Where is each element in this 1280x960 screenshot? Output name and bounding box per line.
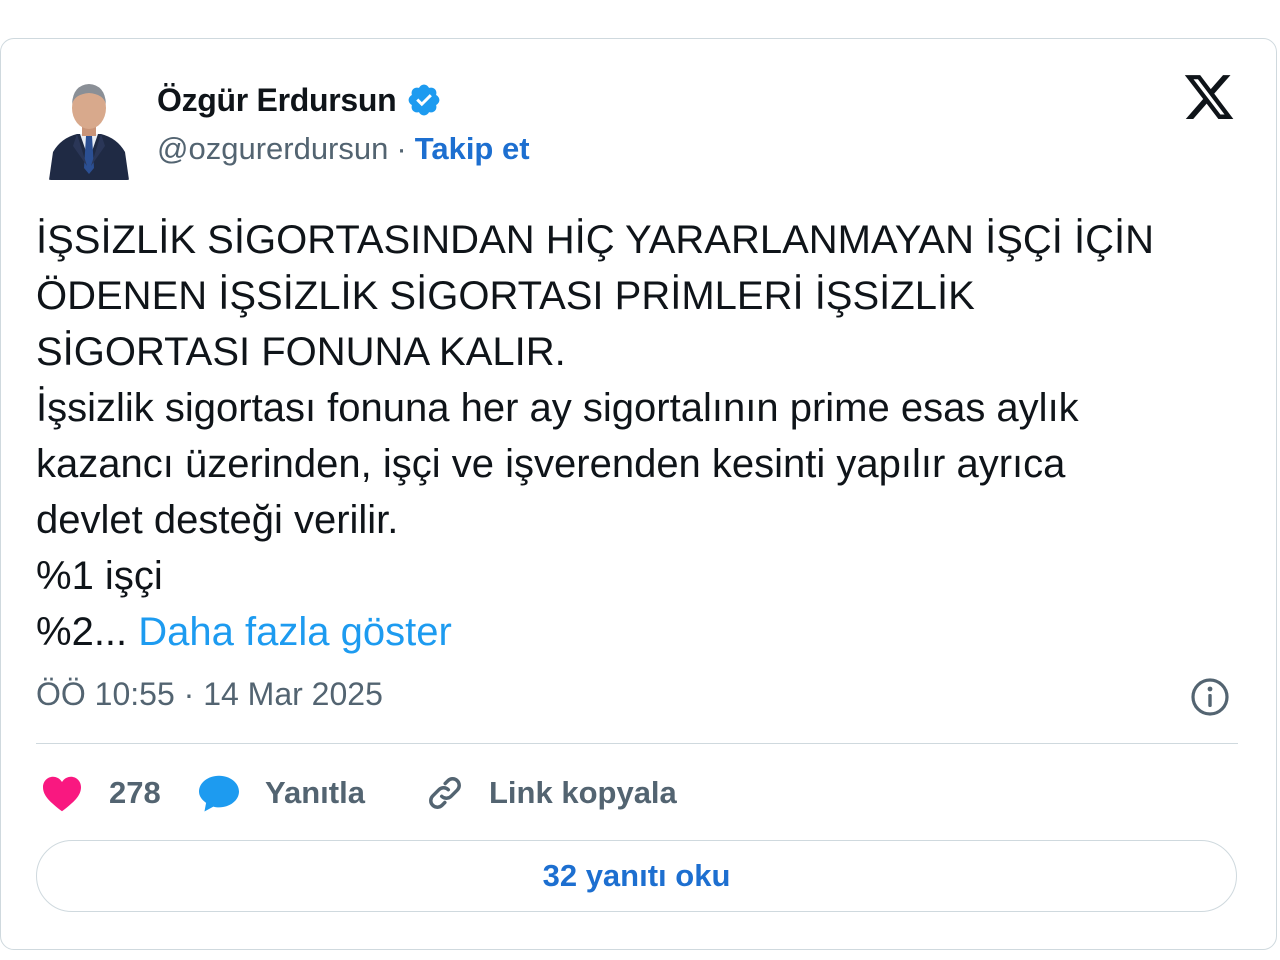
profile-photo	[47, 70, 131, 180]
separator-dot: ·	[396, 131, 407, 166]
copy-link-label: Link kopyala	[489, 775, 677, 810]
divider	[36, 743, 1238, 744]
author-name[interactable]: Özgür Erdursun	[157, 82, 397, 119]
copy-link-button[interactable]: Link kopyala	[423, 771, 677, 815]
reply-label: Yanıtla	[265, 775, 365, 810]
reply-button[interactable]: Yanıtla	[197, 773, 423, 813]
tweet-body: İŞSİZLİK SİGORTASINDAN HİÇ YARARLANMAYAN…	[36, 218, 1155, 654]
action-bar: 278 Yanıtla Link kopyala	[36, 768, 677, 818]
link-icon	[423, 771, 467, 815]
info-icon[interactable]	[1188, 675, 1232, 719]
show-more-link[interactable]: Daha fazla göster	[138, 610, 452, 654]
reply-bubble-icon	[197, 773, 241, 813]
author-handle-row: @ozgurerdursun · Takip et	[157, 131, 530, 167]
heart-icon	[41, 774, 83, 812]
author-handle[interactable]: @ozgurerdursun	[157, 131, 388, 167]
verified-badge-icon	[406, 82, 442, 118]
like-button[interactable]: 278	[36, 774, 219, 812]
x-logo-icon[interactable]	[1182, 70, 1236, 124]
follow-button[interactable]: Takip et	[415, 131, 530, 167]
avatar[interactable]	[47, 70, 131, 180]
read-replies-button[interactable]: 32 yanıtı oku	[36, 840, 1237, 912]
tweet-text: İŞSİZLİK SİGORTASINDAN HİÇ YARARLANMAYAN…	[36, 212, 1246, 660]
tweet-timestamp[interactable]: ÖÖ 10:55 · 14 Mar 2025	[36, 676, 383, 713]
author-name-row: Özgür Erdursun	[157, 80, 442, 120]
read-replies-label: 32 yanıtı oku	[542, 858, 731, 893]
